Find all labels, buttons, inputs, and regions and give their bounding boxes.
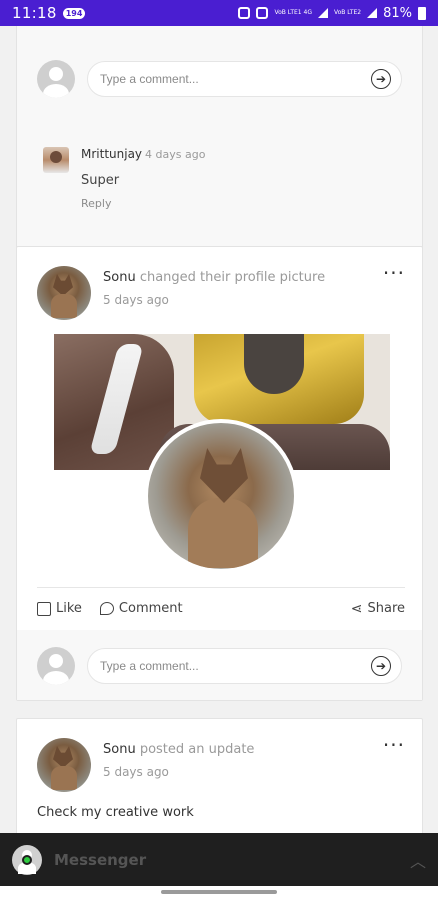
- share-button[interactable]: ⋖ Share: [351, 601, 405, 617]
- messenger-label: Messenger: [54, 850, 147, 869]
- comment-input[interactable]: Type a comment... ➔: [87, 61, 402, 97]
- share-label: Share: [367, 601, 405, 616]
- activity-text: posted an update: [139, 742, 255, 757]
- activity-text: changed their profile picture: [139, 270, 326, 285]
- post-comment-area: Type a comment... ➔: [17, 630, 422, 700]
- comment-compose: Type a comment... ➔: [37, 60, 402, 98]
- post-actions: Like Comment ⋖ Share: [37, 587, 405, 629]
- online-status-icon: [22, 855, 32, 865]
- author-avatar[interactable]: [37, 266, 91, 320]
- commenter-name[interactable]: Mrittunjay: [81, 147, 142, 161]
- signal-2-icon: [367, 8, 378, 18]
- author-name[interactable]: Sonu: [103, 742, 136, 757]
- comment-button[interactable]: Comment: [99, 601, 183, 616]
- status-icons: VoB LTE1 4G VoB LTE2 81%: [238, 6, 426, 21]
- comment-time: 4 days ago: [145, 148, 206, 161]
- reply-link[interactable]: Reply: [81, 197, 205, 210]
- messenger-bar[interactable]: Messenger ︿: [0, 833, 438, 886]
- system-nav-bar: [0, 886, 438, 900]
- like-label: Like: [56, 601, 82, 616]
- comment-input-placeholder: Type a comment...: [100, 72, 199, 86]
- comment-text: Super: [81, 173, 120, 188]
- post-header: Sonu posted an update 5 days ago ···: [37, 735, 405, 792]
- current-user-avatar: [37, 647, 75, 685]
- post-time: 5 days ago: [103, 293, 169, 307]
- profile-picture-post: Sonu changed their profile picture 5 day…: [16, 246, 423, 701]
- alarm-icon: [238, 7, 251, 19]
- battery-percent: 81%: [383, 5, 412, 21]
- network-1-label: VoB LTE1 4G: [274, 9, 312, 16]
- author-name[interactable]: Sonu: [103, 270, 136, 285]
- comment-input[interactable]: Type a comment... ➔: [87, 648, 402, 684]
- chevron-up-icon[interactable]: ︿: [410, 848, 426, 872]
- send-arrow-icon[interactable]: ➔: [371, 69, 391, 89]
- post-body-text: Check my creative work: [37, 805, 194, 820]
- commenter-avatar[interactable]: [43, 147, 69, 173]
- post-activity-line: Sonu changed their profile picture: [103, 270, 325, 285]
- comment-label: Comment: [118, 601, 183, 616]
- activity-feed[interactable]: Type a comment... ➔ Mrittunjay 4 days ago…: [0, 26, 438, 900]
- battery-icon: [418, 6, 426, 20]
- network-2-label: VoB LTE2: [333, 9, 362, 16]
- signal-1-icon: [317, 8, 328, 18]
- post-header: Sonu changed their profile picture 5 day…: [37, 263, 405, 320]
- comment-compose: Type a comment... ➔: [37, 647, 402, 685]
- status-bar: 11:18 194 VoB LTE1 4G VoB LTE2 81%: [0, 0, 438, 26]
- thumbs-up-icon: [37, 601, 51, 616]
- current-user-avatar: [37, 60, 75, 98]
- profile-picture[interactable]: [144, 419, 298, 573]
- comment-meta: Mrittunjay 4 days ago: [81, 147, 205, 161]
- post-time: 5 days ago: [103, 765, 169, 779]
- gesture-handle[interactable]: [161, 890, 277, 894]
- comment-input-placeholder: Type a comment...: [100, 659, 199, 673]
- like-button[interactable]: Like: [37, 601, 82, 616]
- more-options-icon[interactable]: ···: [383, 735, 405, 792]
- comment-item: Mrittunjay 4 days ago Super Reply: [43, 147, 205, 210]
- share-icon: ⋖: [350, 600, 363, 617]
- notification-badge: 194: [62, 7, 86, 19]
- lock-icon: [256, 7, 269, 19]
- comment-bubble-icon: [99, 602, 114, 615]
- send-arrow-icon[interactable]: ➔: [371, 656, 391, 676]
- previous-post-comments: Type a comment... ➔ Mrittunjay 4 days ago…: [16, 26, 423, 256]
- status-time: 11:18: [12, 4, 57, 22]
- author-avatar[interactable]: [37, 738, 91, 792]
- post-activity-line: Sonu posted an update: [103, 742, 254, 757]
- more-options-icon[interactable]: ···: [383, 263, 405, 320]
